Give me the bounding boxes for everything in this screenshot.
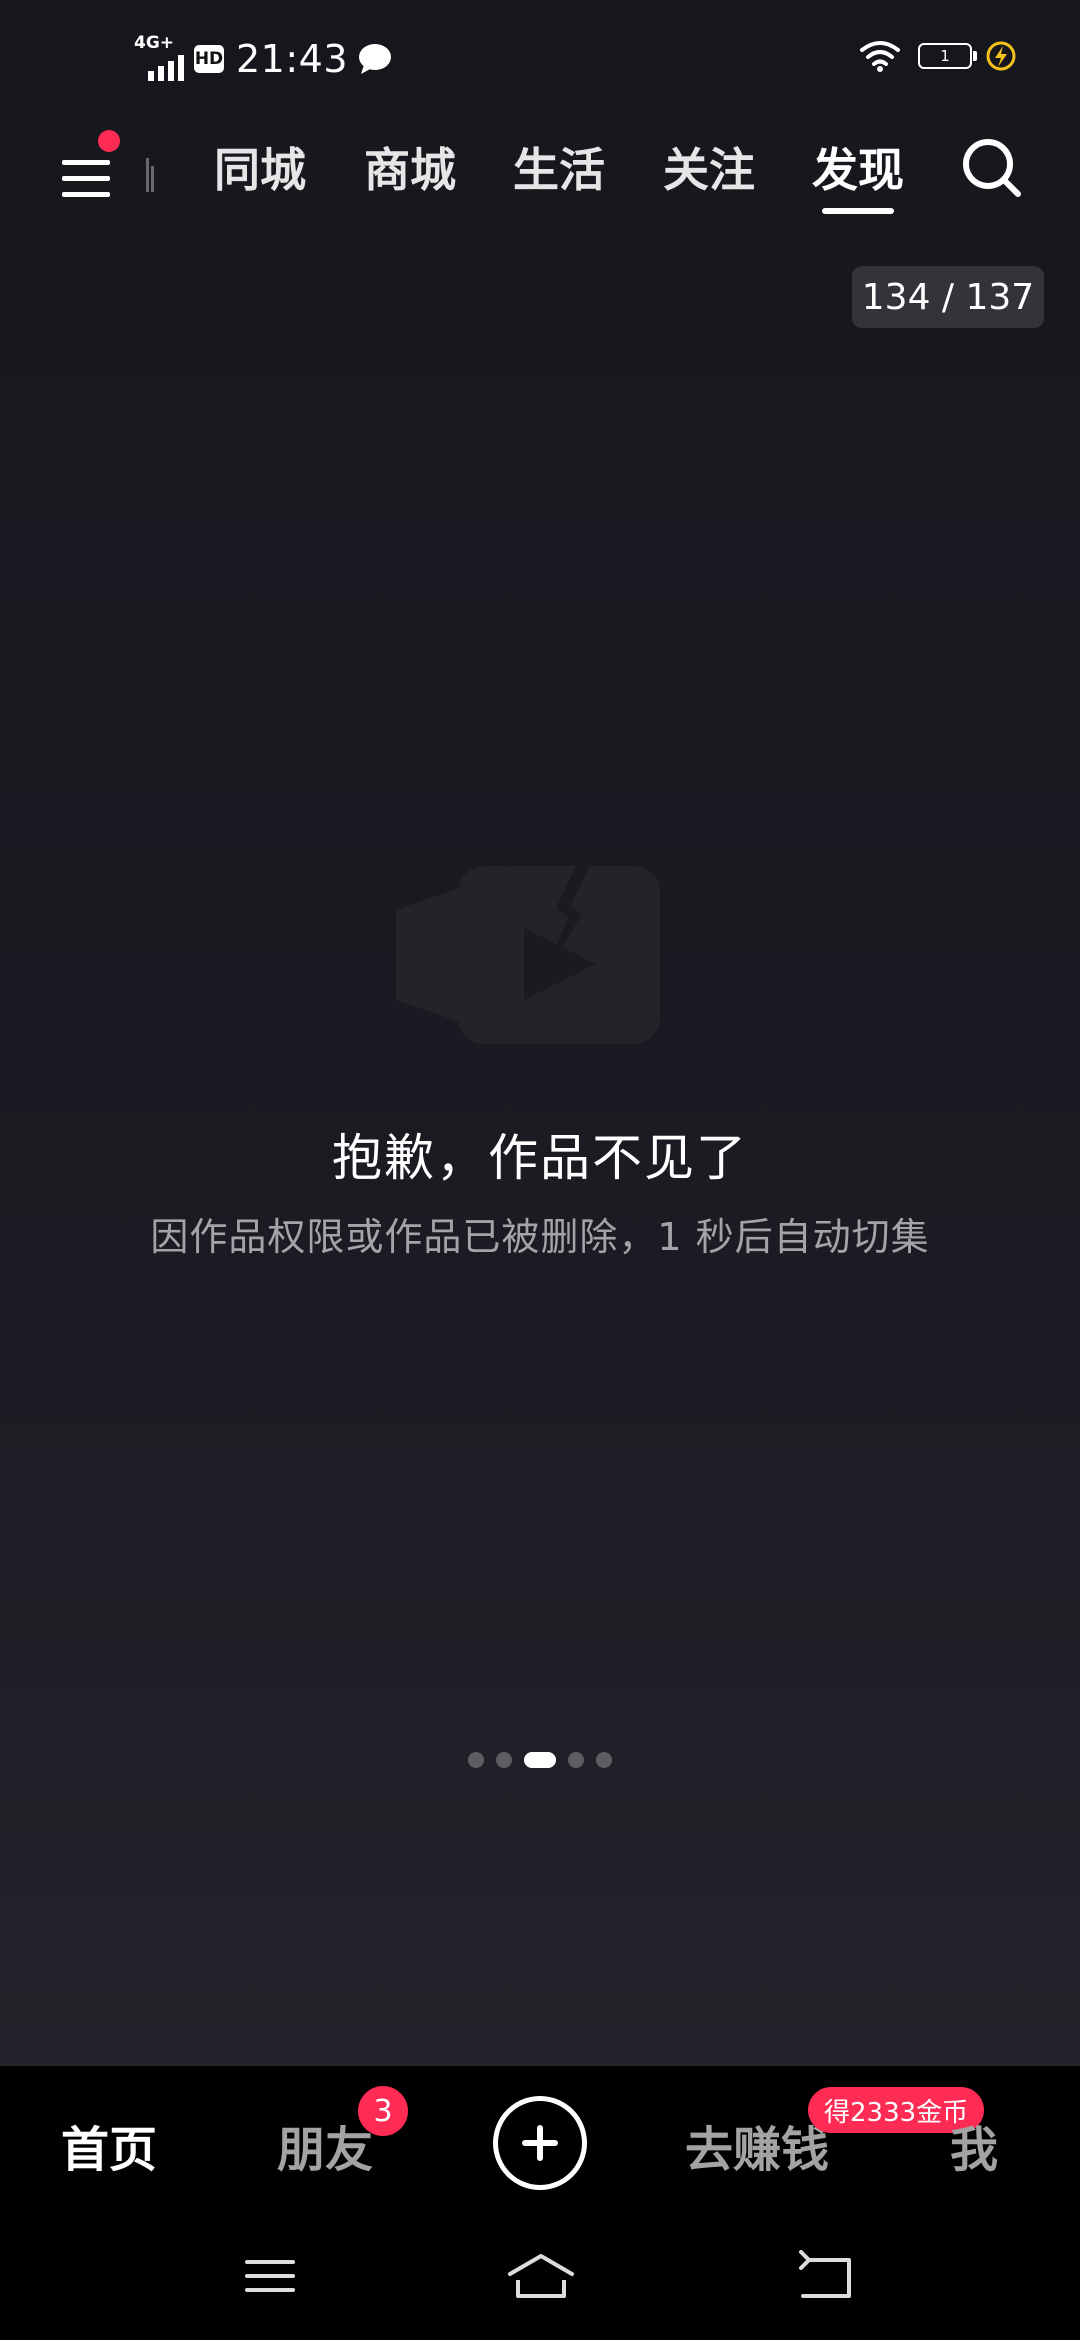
tab-life[interactable]: 生活	[499, 134, 619, 200]
status-right: 1	[860, 40, 1016, 72]
menu-button[interactable]	[60, 146, 116, 202]
back-icon	[799, 2250, 851, 2298]
nav-friends[interactable]: 朋友	[277, 2110, 373, 2180]
tab-mall[interactable]: 商城	[350, 134, 470, 200]
empty-state-subtitle: 因作品权限或作品已被删除，1 秒后自动切集	[150, 1215, 930, 1259]
battery-icon: 1	[918, 43, 977, 69]
signal-bars-icon	[148, 55, 184, 81]
status-bar: 4G+ HD 21:43 1	[0, 0, 1080, 116]
network-type: 4G+	[134, 33, 175, 53]
bottom-nav: 首页 朋友 3 去赚钱 得2333金币 我	[0, 2066, 1080, 2214]
scrolled-tab-fade	[146, 158, 154, 192]
tab-discover[interactable]: 发现	[798, 134, 918, 200]
recent-apps-icon	[245, 2260, 295, 2292]
recent-apps-button[interactable]	[241, 2248, 301, 2308]
nav-earn[interactable]: 去赚钱	[685, 2110, 829, 2180]
pager-dot	[496, 1752, 512, 1768]
hd-voice-icon: HD	[194, 45, 224, 73]
top-nav: 同城 商城 生活 关注 发现	[0, 116, 1080, 226]
home-system-button[interactable]	[506, 2248, 576, 2308]
plus-icon	[522, 2125, 558, 2161]
create-button[interactable]	[493, 2096, 587, 2190]
clock: 21:43	[236, 37, 349, 81]
pager-dot-active	[524, 1752, 556, 1768]
app-root: 4G+ HD 21:43 1 同城 商城 生活 关注 发现 134 / 137 …	[0, 0, 1080, 2340]
pager-dot	[468, 1752, 484, 1768]
pager-dot	[568, 1752, 584, 1768]
system-nav-bar	[0, 2214, 1080, 2340]
hamburger-menu-icon	[62, 160, 110, 197]
tab-same-city[interactable]: 同城	[200, 134, 320, 200]
nav-home[interactable]: 首页	[61, 2110, 157, 2180]
video-position-counter: 134 / 137	[852, 266, 1044, 328]
wifi-icon	[860, 41, 900, 72]
friends-badge: 3	[358, 2086, 408, 2136]
menu-notification-dot	[98, 130, 120, 152]
charging-icon	[986, 41, 1016, 71]
status-left: 4G+ HD 21:43	[134, 33, 392, 84]
message-notification-icon	[359, 44, 392, 74]
tab-following[interactable]: 关注	[649, 134, 769, 200]
empty-state-title: 抱歉，作品不见了	[332, 1129, 748, 1187]
cellular-signal: 4G+	[134, 33, 188, 81]
pager-dots	[0, 1750, 1080, 1770]
search-button[interactable]	[960, 136, 1024, 200]
pager-dot	[596, 1752, 612, 1768]
back-system-button[interactable]	[795, 2248, 855, 2308]
home-icon	[508, 2254, 574, 2298]
nav-me[interactable]: 我	[950, 2110, 998, 2180]
battery-level: 1	[940, 47, 950, 65]
broken-video-icon	[396, 866, 660, 1044]
active-tab-indicator	[822, 208, 894, 214]
search-icon	[963, 139, 1021, 197]
